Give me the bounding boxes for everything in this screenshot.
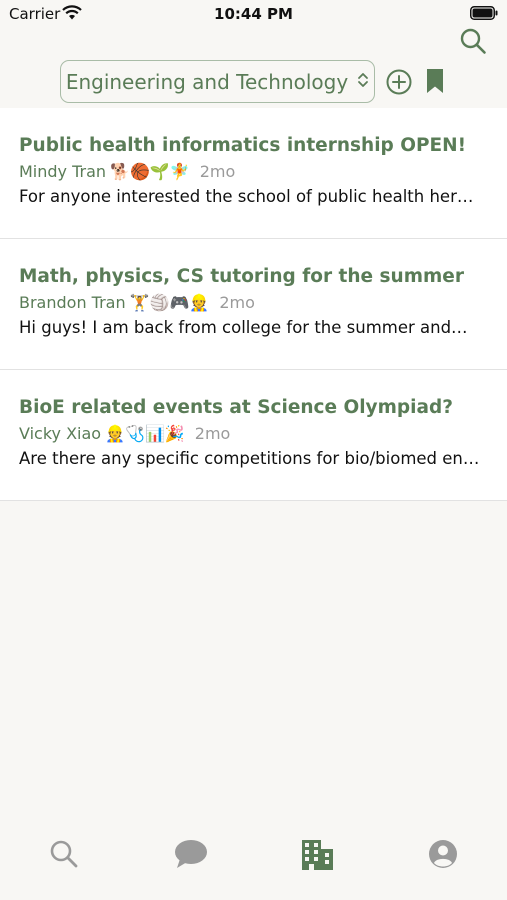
chat-bubble-icon — [174, 839, 208, 873]
tab-chat[interactable] — [171, 836, 211, 876]
author-emojis: 🐕🏀🌱🧚 — [110, 162, 190, 181]
chevron-up-down-icon — [357, 72, 369, 91]
author-emojis: 🏋🏐🎮👷 — [129, 293, 210, 312]
post-snippet: Are there any specific competitions for … — [19, 449, 480, 468]
post-meta: Brandon Tran 🏋🏐🎮👷 2mo — [19, 293, 507, 312]
post-author: Vicky Xiao — [19, 424, 102, 443]
post-snippet: Hi guys! I am back from college for the … — [19, 318, 468, 337]
tab-buildings[interactable] — [297, 836, 337, 876]
add-circle-icon[interactable] — [386, 69, 412, 99]
post-item[interactable]: Public health informatics internship OPE… — [0, 108, 507, 239]
header-row: Engineering and Technology — [0, 60, 507, 104]
buildings-icon — [299, 838, 335, 874]
status-bar: Carrier 10:44 PM — [0, 0, 507, 30]
post-age: 2mo — [199, 162, 236, 181]
post-title: Public health informatics internship OPE… — [19, 135, 467, 156]
author-emojis: 👷🩺📊🎉 — [105, 424, 185, 443]
post-snippet: For anyone interested the school of publ… — [19, 187, 474, 206]
post-title: Math, physics, CS tutoring for the summe… — [19, 266, 464, 287]
category-selector[interactable]: Engineering and Technology — [60, 60, 375, 103]
profile-icon — [428, 839, 458, 873]
post-meta: Vicky Xiao 👷🩺📊🎉 2mo — [19, 424, 507, 443]
post-title: BioE related events at Science Olympiad? — [19, 397, 453, 418]
post-author: Mindy Tran — [19, 162, 107, 181]
tab-search[interactable] — [44, 836, 84, 876]
tab-profile[interactable] — [423, 836, 463, 876]
search-icon — [49, 839, 79, 873]
post-author: Brandon Tran — [19, 293, 126, 312]
tab-bar — [0, 824, 507, 900]
battery-icon — [470, 6, 498, 24]
bookmark-icon[interactable] — [426, 68, 444, 98]
post-item[interactable]: BioE related events at Science Olympiad?… — [0, 370, 507, 501]
post-feed: Public health informatics internship OPE… — [0, 108, 507, 501]
post-age: 2mo — [219, 293, 255, 312]
clock: 10:44 PM — [214, 5, 293, 23]
search-icon[interactable] — [459, 27, 487, 59]
post-item[interactable]: Math, physics, CS tutoring for the summe… — [0, 239, 507, 370]
category-label: Engineering and Technology — [65, 69, 349, 94]
post-meta: Mindy Tran 🐕🏀🌱🧚 2mo — [19, 162, 507, 181]
post-age: 2mo — [194, 424, 231, 443]
